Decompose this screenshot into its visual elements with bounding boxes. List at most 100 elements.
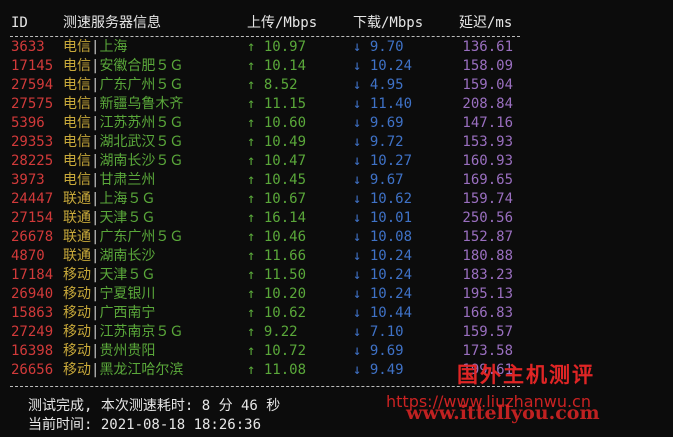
latency-value: 136.61 xyxy=(462,39,513,55)
upload-value: 10.46 xyxy=(263,229,307,245)
isp-name: 电信 xyxy=(63,58,91,74)
server-id: 17184 xyxy=(11,267,54,283)
download-value: 9.67 xyxy=(369,172,404,188)
server-location: 江苏南京５Ｇ xyxy=(99,324,184,340)
arrow-down-icon: ↓ xyxy=(353,229,362,245)
arrow-down-icon: ↓ xyxy=(353,305,362,321)
server-info: 联通|天津５Ｇ xyxy=(63,209,155,228)
latency-value: 153.93 xyxy=(462,134,513,150)
upload-value: 10.20 xyxy=(263,286,307,302)
footer-divider xyxy=(10,386,520,387)
download-speed: ↓ 10.24 xyxy=(353,247,412,266)
download-value: 9.49 xyxy=(369,362,404,378)
upload-value: 10.67 xyxy=(263,191,307,207)
upload-speed: ↑ 16.14 xyxy=(247,209,306,228)
download-speed: ↓ 10.08 xyxy=(353,228,412,247)
download-speed: ↓ 10.01 xyxy=(353,209,412,228)
server-info: 电信|甘肃兰州 xyxy=(63,171,155,190)
download-speed: ↓ 10.24 xyxy=(353,57,412,76)
server-location: 广东广州５Ｇ xyxy=(99,229,184,245)
server-info: 电信|广东广州５Ｇ xyxy=(63,76,183,95)
download-speed: ↓ 10.44 xyxy=(353,304,412,323)
server-location: 贵州贵阳 xyxy=(99,343,156,359)
download-value: 7.10 xyxy=(369,324,404,340)
server-location: 宁夏银川 xyxy=(99,286,156,302)
download-value: 10.62 xyxy=(369,191,413,207)
arrow-down-icon: ↓ xyxy=(353,172,362,188)
download-value: 10.44 xyxy=(369,305,413,321)
arrow-up-icon: ↑ xyxy=(247,153,256,169)
table-row: 28225 电信|湖南长沙５Ｇ ↑ 10.47 ↓ 10.27 160.93 xyxy=(0,152,673,171)
server-location: 广西南宁 xyxy=(99,305,156,321)
latency-value: 169.65 xyxy=(462,172,513,188)
latency-value: 147.16 xyxy=(462,115,513,131)
download-speed: ↓ 10.27 xyxy=(353,152,412,171)
upload-value: 11.50 xyxy=(263,267,307,283)
isp-name: 联通 xyxy=(63,248,91,264)
arrow-down-icon: ↓ xyxy=(353,39,362,55)
table-row: 3633 电信|上海 ↑ 10.97 ↓ 9.70 136.61 xyxy=(0,38,673,57)
arrow-up-icon: ↑ xyxy=(247,324,256,340)
upload-speed: ↑ 11.50 xyxy=(247,266,306,285)
server-id: 26940 xyxy=(11,286,54,302)
server-info: 电信|湖北武汉５Ｇ xyxy=(63,133,183,152)
watermark-url-2: www.ittellyou.com xyxy=(406,402,600,424)
server-info: 电信|新疆乌鲁木齐 xyxy=(63,95,183,114)
server-location: 天津５Ｇ xyxy=(99,267,156,283)
server-id: 17145 xyxy=(11,58,54,74)
server-location: 上海５Ｇ xyxy=(99,191,156,207)
server-id: 26678 xyxy=(11,229,54,245)
arrow-down-icon: ↓ xyxy=(353,267,362,283)
download-speed: ↓ 9.49 xyxy=(353,361,404,380)
header-upload: 上传/Mbps xyxy=(247,15,318,31)
server-location: 上海 xyxy=(99,39,128,55)
upload-value: 11.66 xyxy=(263,248,307,264)
server-location: 湖北武汉５Ｇ xyxy=(99,134,184,150)
download-speed: ↓ 9.67 xyxy=(353,171,404,190)
upload-value: 10.97 xyxy=(263,39,307,55)
table-row: 24447 联通|上海５Ｇ ↑ 10.67 ↓ 10.62 159.74 xyxy=(0,190,673,209)
server-info: 移动|宁夏银川 xyxy=(63,285,155,304)
download-value: 9.70 xyxy=(369,39,404,55)
arrow-down-icon: ↓ xyxy=(353,324,362,340)
upload-speed: ↑ 11.08 xyxy=(247,361,306,380)
isp-name: 电信 xyxy=(63,39,91,55)
arrow-down-icon: ↓ xyxy=(353,248,362,264)
server-info: 移动|广西南宁 xyxy=(63,304,155,323)
server-id: 29353 xyxy=(11,134,54,150)
upload-value: 10.62 xyxy=(263,305,307,321)
latency-value: 152.87 xyxy=(462,229,513,245)
table-row: 26940 移动|宁夏银川 ↑ 10.20 ↓ 10.24 195.13 xyxy=(0,285,673,304)
server-info: 移动|贵州贵阳 xyxy=(63,342,155,361)
isp-name: 电信 xyxy=(63,115,91,131)
download-speed: ↓ 9.70 xyxy=(353,38,404,57)
header-server-info: 测速服务器信息 xyxy=(63,15,161,31)
server-location: 湖南长沙 xyxy=(99,248,156,264)
latency-value: 166.83 xyxy=(462,305,513,321)
upload-speed: ↑ 8.52 xyxy=(247,76,298,95)
header-latency: 延迟/ms xyxy=(459,15,513,31)
terminal-window: ID 测速服务器信息 上传/Mbps 下载/Mbps 延迟/ms 3633 电信|… xyxy=(0,0,673,437)
download-value: 9.72 xyxy=(369,134,404,150)
latency-value: 208.84 xyxy=(462,96,513,112)
server-location: 广东广州５Ｇ xyxy=(99,77,184,93)
arrow-down-icon: ↓ xyxy=(353,96,362,112)
table-row: 4870 联通|湖南长沙 ↑ 11.66 ↓ 10.24 180.88 xyxy=(0,247,673,266)
latency-value: 195.13 xyxy=(462,286,513,302)
arrow-down-icon: ↓ xyxy=(353,343,362,359)
table-row: 17184 移动|天津５Ｇ ↑ 11.50 ↓ 10.24 183.23 xyxy=(0,266,673,285)
header-download: 下载/Mbps xyxy=(353,15,424,31)
download-value: 10.24 xyxy=(369,248,413,264)
server-info: 电信|江苏苏州５Ｇ xyxy=(63,114,183,133)
download-speed: ↓ 9.69 xyxy=(353,342,404,361)
server-id: 16398 xyxy=(11,343,54,359)
header-divider xyxy=(10,36,520,37)
server-id: 27154 xyxy=(11,210,54,226)
latency-value: 159.74 xyxy=(462,191,513,207)
upload-speed: ↑ 10.46 xyxy=(247,228,306,247)
download-speed: ↓ 10.24 xyxy=(353,285,412,304)
download-speed: ↓ 9.69 xyxy=(353,114,404,133)
download-speed: ↓ 7.10 xyxy=(353,323,404,342)
isp-name: 电信 xyxy=(63,77,91,93)
server-id: 24447 xyxy=(11,191,54,207)
